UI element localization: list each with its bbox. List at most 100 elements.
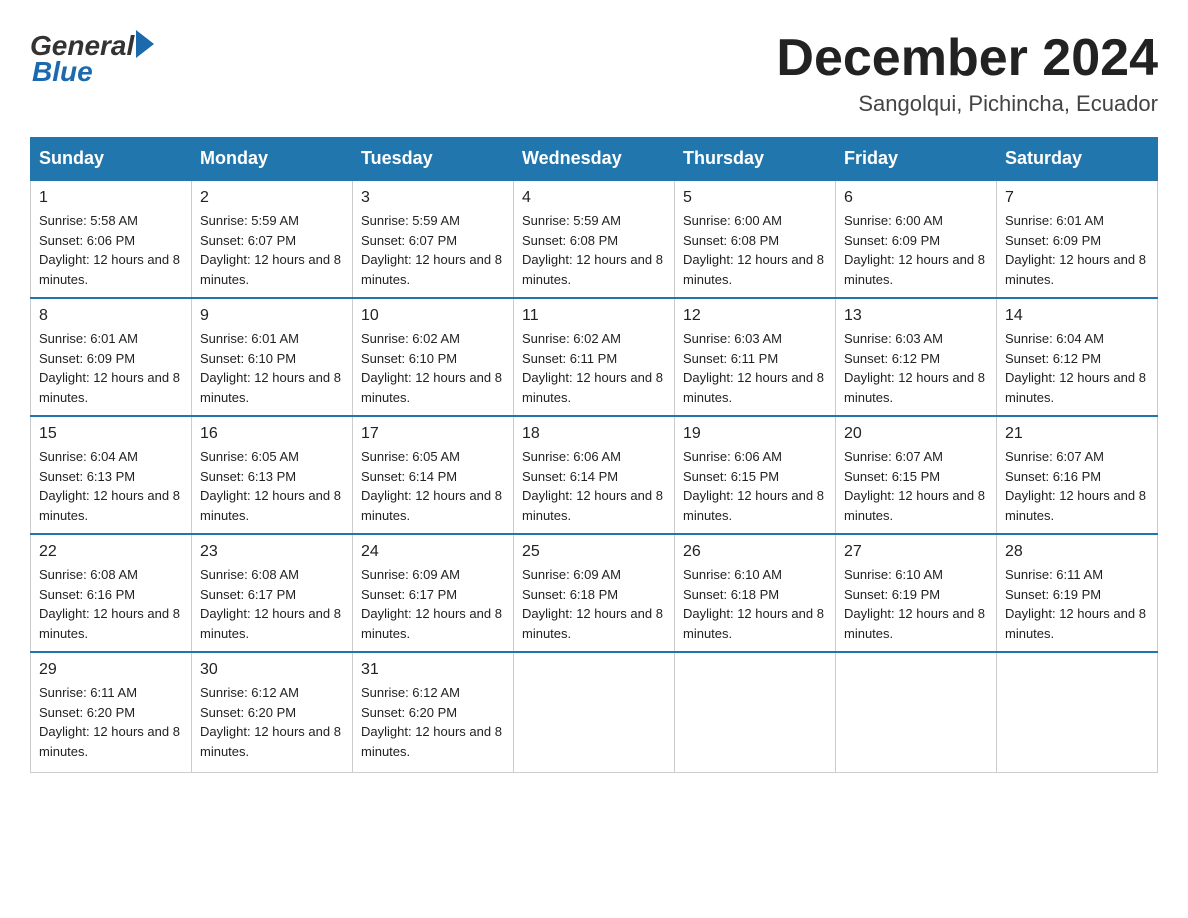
day-number: 5 [683, 189, 827, 207]
day-number: 4 [522, 189, 666, 207]
month-title: December 2024 [776, 30, 1158, 87]
header-monday: Monday [192, 138, 353, 181]
calendar-day: 8Sunrise: 6:01 AMSunset: 6:09 PMDaylight… [31, 298, 192, 416]
day-info: Sunrise: 6:08 AMSunset: 6:16 PMDaylight:… [39, 565, 183, 643]
day-number: 25 [522, 543, 666, 561]
day-number: 23 [200, 543, 344, 561]
day-number: 14 [1005, 307, 1149, 325]
calendar-day: 7Sunrise: 6:01 AMSunset: 6:09 PMDaylight… [997, 180, 1158, 298]
calendar-day: 30 Sunrise: 6:12 AMSunset: 6:20 PMDayligh… [192, 652, 353, 772]
day-number: 19 [683, 425, 827, 443]
day-info: Sunrise: 6:05 AMSunset: 6:14 PMDaylight:… [361, 447, 505, 525]
day-number: 11 [522, 307, 666, 325]
day-number: 13 [844, 307, 988, 325]
header-thursday: Thursday [675, 138, 836, 181]
day-number: 22 [39, 543, 183, 561]
day-number: 8 [39, 307, 183, 325]
day-info: Sunrise: 6:06 AMSunset: 6:14 PMDaylight:… [522, 447, 666, 525]
day-info: Sunrise: 6:09 AMSunset: 6:17 PMDaylight:… [361, 565, 505, 643]
calendar-day: 29Sunrise: 6:11 AMSunset: 6:20 PMDayligh… [31, 652, 192, 772]
calendar-day: 22 Sunrise: 6:08 AMSunset: 6:16 PMDayligh… [31, 534, 192, 652]
day-info: Sunrise: 6:10 AMSunset: 6:18 PMDaylight:… [683, 565, 827, 643]
day-info: Sunrise: 6:00 AMSunset: 6:09 PMDaylight:… [844, 211, 988, 289]
calendar-day: 28 Sunrise: 6:11 AMSunset: 6:19 PMDayligh… [997, 534, 1158, 652]
calendar-day: 16Sunrise: 6:05 AMSunset: 6:13 PMDayligh… [192, 416, 353, 534]
calendar-header-row: SundayMondayTuesdayWednesdayThursdayFrid… [31, 138, 1158, 181]
calendar-day: 10Sunrise: 6:02 AMSunset: 6:10 PMDayligh… [353, 298, 514, 416]
calendar-day: 4Sunrise: 5:59 AMSunset: 6:08 PMDaylight… [514, 180, 675, 298]
calendar-day [675, 652, 836, 772]
day-info: Sunrise: 6:04 AMSunset: 6:13 PMDaylight:… [39, 447, 183, 525]
calendar-day: 13 Sunrise: 6:03 AMSunset: 6:12 PMDayligh… [836, 298, 997, 416]
day-info: Sunrise: 6:02 AMSunset: 6:10 PMDaylight:… [361, 329, 505, 407]
day-number: 24 [361, 543, 505, 561]
day-info: Sunrise: 6:08 AMSunset: 6:17 PMDaylight:… [200, 565, 344, 643]
day-number: 26 [683, 543, 827, 561]
calendar-day: 19 Sunrise: 6:06 AMSunset: 6:15 PMDayligh… [675, 416, 836, 534]
calendar-day: 3 Sunrise: 5:59 AMSunset: 6:07 PMDaylight… [353, 180, 514, 298]
calendar-day: 14 Sunrise: 6:04 AMSunset: 6:12 PMDayligh… [997, 298, 1158, 416]
calendar-week-4: 22 Sunrise: 6:08 AMSunset: 6:16 PMDayligh… [31, 534, 1158, 652]
day-info: Sunrise: 6:00 AMSunset: 6:08 PMDaylight:… [683, 211, 827, 289]
day-info: Sunrise: 6:12 AMSunset: 6:20 PMDaylight:… [361, 683, 505, 761]
day-number: 9 [200, 307, 344, 325]
day-number: 17 [361, 425, 505, 443]
calendar-day: 2Sunrise: 5:59 AMSunset: 6:07 PMDaylight… [192, 180, 353, 298]
day-number: 27 [844, 543, 988, 561]
day-info: Sunrise: 5:59 AMSunset: 6:07 PMDaylight:… [200, 211, 344, 289]
calendar-week-2: 8Sunrise: 6:01 AMSunset: 6:09 PMDaylight… [31, 298, 1158, 416]
day-number: 12 [683, 307, 827, 325]
day-info: Sunrise: 6:07 AMSunset: 6:15 PMDaylight:… [844, 447, 988, 525]
calendar-day: 26 Sunrise: 6:10 AMSunset: 6:18 PMDayligh… [675, 534, 836, 652]
calendar-day: 15 Sunrise: 6:04 AMSunset: 6:13 PMDayligh… [31, 416, 192, 534]
day-info: Sunrise: 6:09 AMSunset: 6:18 PMDaylight:… [522, 565, 666, 643]
calendar-day: 24 Sunrise: 6:09 AMSunset: 6:17 PMDayligh… [353, 534, 514, 652]
calendar-day: 25 Sunrise: 6:09 AMSunset: 6:18 PMDayligh… [514, 534, 675, 652]
logo-arrow-icon [136, 30, 154, 58]
calendar-day [836, 652, 997, 772]
day-info: Sunrise: 6:03 AMSunset: 6:12 PMDaylight:… [844, 329, 988, 407]
day-number: 16 [200, 425, 344, 443]
page-header: General Blue December 2024 Sangolqui, Pi… [30, 30, 1158, 117]
calendar-day: 11 Sunrise: 6:02 AMSunset: 6:11 PMDayligh… [514, 298, 675, 416]
calendar-day: 23 Sunrise: 6:08 AMSunset: 6:17 PMDayligh… [192, 534, 353, 652]
day-info: Sunrise: 6:07 AMSunset: 6:16 PMDaylight:… [1005, 447, 1149, 525]
day-number: 18 [522, 425, 666, 443]
day-number: 7 [1005, 189, 1149, 207]
day-info: Sunrise: 6:06 AMSunset: 6:15 PMDaylight:… [683, 447, 827, 525]
day-number: 31 [361, 661, 505, 679]
calendar-table: SundayMondayTuesdayWednesdayThursdayFrid… [30, 137, 1158, 773]
calendar-day: 20 Sunrise: 6:07 AMSunset: 6:15 PMDayligh… [836, 416, 997, 534]
calendar-day: 5 Sunrise: 6:00 AMSunset: 6:08 PMDaylight… [675, 180, 836, 298]
day-info: Sunrise: 6:02 AMSunset: 6:11 PMDaylight:… [522, 329, 666, 407]
day-info: Sunrise: 5:59 AMSunset: 6:07 PMDaylight:… [361, 211, 505, 289]
calendar-day: 31 Sunrise: 6:12 AMSunset: 6:20 PMDayligh… [353, 652, 514, 772]
day-info: Sunrise: 6:10 AMSunset: 6:19 PMDaylight:… [844, 565, 988, 643]
header-sunday: Sunday [31, 138, 192, 181]
logo: General Blue [30, 30, 154, 88]
calendar-day [997, 652, 1158, 772]
header-wednesday: Wednesday [514, 138, 675, 181]
day-number: 30 [200, 661, 344, 679]
header-friday: Friday [836, 138, 997, 181]
location: Sangolqui, Pichincha, Ecuador [776, 91, 1158, 117]
day-number: 15 [39, 425, 183, 443]
day-number: 21 [1005, 425, 1149, 443]
logo-blue-text: Blue [32, 56, 93, 88]
day-number: 1 [39, 189, 183, 207]
calendar-day: 1Sunrise: 5:58 AMSunset: 6:06 PMDaylight… [31, 180, 192, 298]
day-number: 20 [844, 425, 988, 443]
calendar-day: 9Sunrise: 6:01 AMSunset: 6:10 PMDaylight… [192, 298, 353, 416]
day-info: Sunrise: 6:11 AMSunset: 6:20 PMDaylight:… [39, 683, 183, 761]
calendar-day [514, 652, 675, 772]
calendar-week-1: 1Sunrise: 5:58 AMSunset: 6:06 PMDaylight… [31, 180, 1158, 298]
day-info: Sunrise: 6:12 AMSunset: 6:20 PMDaylight:… [200, 683, 344, 761]
calendar-week-5: 29Sunrise: 6:11 AMSunset: 6:20 PMDayligh… [31, 652, 1158, 772]
day-info: Sunrise: 6:04 AMSunset: 6:12 PMDaylight:… [1005, 329, 1149, 407]
day-info: Sunrise: 6:11 AMSunset: 6:19 PMDaylight:… [1005, 565, 1149, 643]
calendar-day: 18 Sunrise: 6:06 AMSunset: 6:14 PMDayligh… [514, 416, 675, 534]
calendar-day: 21 Sunrise: 6:07 AMSunset: 6:16 PMDayligh… [997, 416, 1158, 534]
day-number: 28 [1005, 543, 1149, 561]
day-number: 3 [361, 189, 505, 207]
day-info: Sunrise: 6:03 AMSunset: 6:11 PMDaylight:… [683, 329, 827, 407]
